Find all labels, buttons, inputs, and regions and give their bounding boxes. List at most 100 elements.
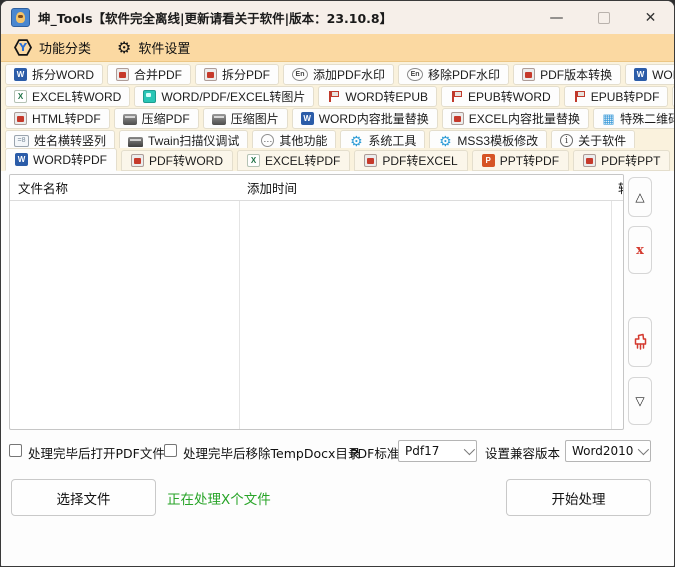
toolbar-button[interactable]: 特殊二维码校验: [593, 108, 675, 129]
toolbar-button[interactable]: EPUB转WORD: [441, 86, 560, 107]
toolbar-button-icon: [451, 112, 464, 125]
window-controls: — ✕: [533, 1, 674, 34]
move-up-button[interactable]: △: [628, 177, 652, 217]
minimize-button[interactable]: —: [533, 1, 580, 34]
menubar: 功能分类 ⚙ 软件设置: [1, 34, 674, 62]
toolbar-button[interactable]: WORD转EPUB: [318, 86, 437, 107]
toolbar-button-icon: [602, 112, 615, 125]
open-pdf-checkbox-label[interactable]: 处理完毕后打开PDF文件: [28, 443, 165, 462]
toolbar-button-icon: [116, 68, 129, 81]
toolbar-button-label: EPUB转WORD: [468, 88, 551, 105]
menu-item-settings[interactable]: ⚙ 软件设置: [117, 38, 190, 57]
select-files-button[interactable]: 选择文件: [11, 479, 156, 516]
toolbar-button-label: WORD/PDF/EXCEL转图片: [161, 88, 305, 105]
toolbar-button-icon: [407, 68, 423, 81]
clear-list-button[interactable]: [628, 317, 652, 367]
open-pdf-checkbox[interactable]: [9, 444, 22, 457]
toolbar-button-icon: [438, 134, 452, 148]
tab-button[interactable]: PPT转PDF: [472, 150, 569, 171]
toolbar-button-label: Twain扫描仪调试: [148, 132, 239, 149]
toolbar-button[interactable]: WORD转EXCEL: [625, 64, 675, 85]
toolbar-button-label: 关于软件: [578, 132, 626, 149]
toolbar-button-label: 拆分PDF: [222, 66, 270, 83]
toolbar-button[interactable]: 合并PDF: [107, 64, 191, 85]
file-table[interactable]: 文件名称 添加时间 转: [9, 174, 624, 430]
compat-version-select[interactable]: Word2010: [565, 440, 651, 462]
toolbar-button-icon: [573, 90, 586, 103]
tab-button[interactable]: PDF转WORD: [121, 150, 233, 171]
window-title: 坤_Tools【软件完全离线|更新请看关于软件|版本：23.10.8】: [38, 8, 392, 27]
toolbar-row-2: EXCEL转WORD WORD/PDF/EXCEL转图片 WORD转EPUB E…: [5, 86, 670, 107]
triangle-up-icon: △: [635, 190, 644, 204]
chevron-down-icon: [464, 444, 475, 455]
toolbar-button-label: WORD内容批量替换: [319, 110, 429, 127]
tab-button[interactable]: PDF转EXCEL: [354, 150, 467, 171]
brush-icon: [632, 333, 649, 352]
column-divider: [239, 175, 240, 429]
toolbar: 拆分WORD 合并PDF 拆分PDF 添加PDF水印: [1, 62, 674, 148]
toolbar-button[interactable]: 拆分PDF: [195, 64, 279, 85]
toolbar-button-icon: [212, 114, 226, 125]
tab-button[interactable]: WORD转PDF: [5, 148, 117, 171]
toolbar-button[interactable]: EPUB转PDF: [564, 86, 669, 107]
category-hexagon-icon: [14, 39, 32, 57]
options-row: 处理完毕后打开PDF文件 处理完毕后移除TempDocx目录 PDF标准 Pdf…: [1, 438, 674, 466]
tab-icon: [364, 154, 377, 167]
toolbar-button-icon: [292, 68, 308, 81]
tab-button[interactable]: PDF转PPT: [573, 150, 670, 171]
toolbar-button[interactable]: EXCEL转WORD: [5, 86, 130, 107]
toolbar-button-label: WORD转EPUB: [345, 88, 428, 105]
column-header-filename[interactable]: 文件名称: [18, 175, 68, 200]
menu-item-categories[interactable]: 功能分类: [14, 38, 91, 57]
start-processing-button[interactable]: 开始处理: [506, 479, 651, 516]
column-header-status[interactable]: 转: [618, 175, 624, 200]
toolbar-button[interactable]: 移除PDF水印: [398, 64, 509, 85]
menu-label: 功能分类: [39, 38, 91, 57]
remove-tempdocx-checkbox-label[interactable]: 处理完毕后移除TempDocx目录: [183, 443, 360, 462]
toolbar-button-label: 合并PDF: [134, 66, 182, 83]
toolbar-button-label: MSS3模板修改: [457, 132, 538, 149]
column-header-added-time[interactable]: 添加时间: [247, 175, 297, 200]
tab-icon: [247, 154, 260, 167]
toolbar-button[interactable]: HTML转PDF: [5, 108, 110, 129]
toolbar-button-label: HTML转PDF: [32, 110, 101, 127]
toolbar-button-icon: [14, 112, 27, 125]
toolbar-button[interactable]: 压缩图片: [203, 108, 288, 129]
tab-button[interactable]: EXCEL转PDF: [237, 150, 350, 171]
toolbar-button-label: EXCEL内容批量替换: [469, 110, 580, 127]
app-icon: [11, 8, 30, 27]
tab-label: EXCEL转PDF: [265, 152, 340, 169]
tab-label: PPT转PDF: [500, 152, 559, 169]
remove-tempdocx-checkbox[interactable]: [164, 444, 177, 457]
toolbar-button-icon: [634, 68, 647, 81]
toolbar-button-icon: [14, 135, 29, 147]
pdf-standard-label: PDF标准: [350, 443, 399, 462]
maximize-button[interactable]: [580, 1, 627, 34]
toolbar-button[interactable]: WORD内容批量替换: [292, 108, 438, 129]
toolbar-button[interactable]: EXCEL内容批量替换: [442, 108, 589, 129]
remove-x-icon: x: [636, 243, 644, 258]
settings-gear-icon: ⚙: [117, 40, 131, 56]
toolbar-button[interactable]: PDF版本转换: [513, 64, 621, 85]
toolbar-button[interactable]: WORD/PDF/EXCEL转图片: [134, 86, 314, 107]
toolbar-button-icon: [327, 90, 340, 103]
toolbar-button[interactable]: 压缩PDF: [114, 108, 199, 129]
toolbar-button-icon: [450, 90, 463, 103]
close-button[interactable]: ✕: [627, 1, 674, 34]
toolbar-button-icon: [261, 134, 274, 147]
toolbar-button-icon: [14, 90, 27, 103]
conversion-tabs: WORD转PDF PDF转WORD EXCEL转PDF PDF转EXCEL PP…: [1, 148, 674, 171]
tab-label: PDF转PPT: [601, 152, 660, 169]
toolbar-button[interactable]: 拆分WORD: [5, 64, 103, 85]
pdf-standard-select[interactable]: Pdf17: [398, 440, 477, 462]
toolbar-button[interactable]: 添加PDF水印: [283, 64, 394, 85]
toolbar-button-icon: [560, 134, 573, 147]
toolbar-button-icon: [123, 114, 137, 125]
titlebar: 坤_Tools【软件完全离线|更新请看关于软件|版本：23.10.8】 — ✕: [1, 1, 674, 34]
toolbar-button-label: PDF版本转换: [540, 66, 612, 83]
remove-file-button[interactable]: x: [628, 226, 652, 274]
toolbar-button-label: 其他功能: [279, 132, 327, 149]
toolbar-button-icon: [522, 68, 535, 81]
move-down-button[interactable]: ▽: [628, 377, 652, 425]
toolbar-button-label: WORD转EXCEL: [652, 66, 675, 83]
